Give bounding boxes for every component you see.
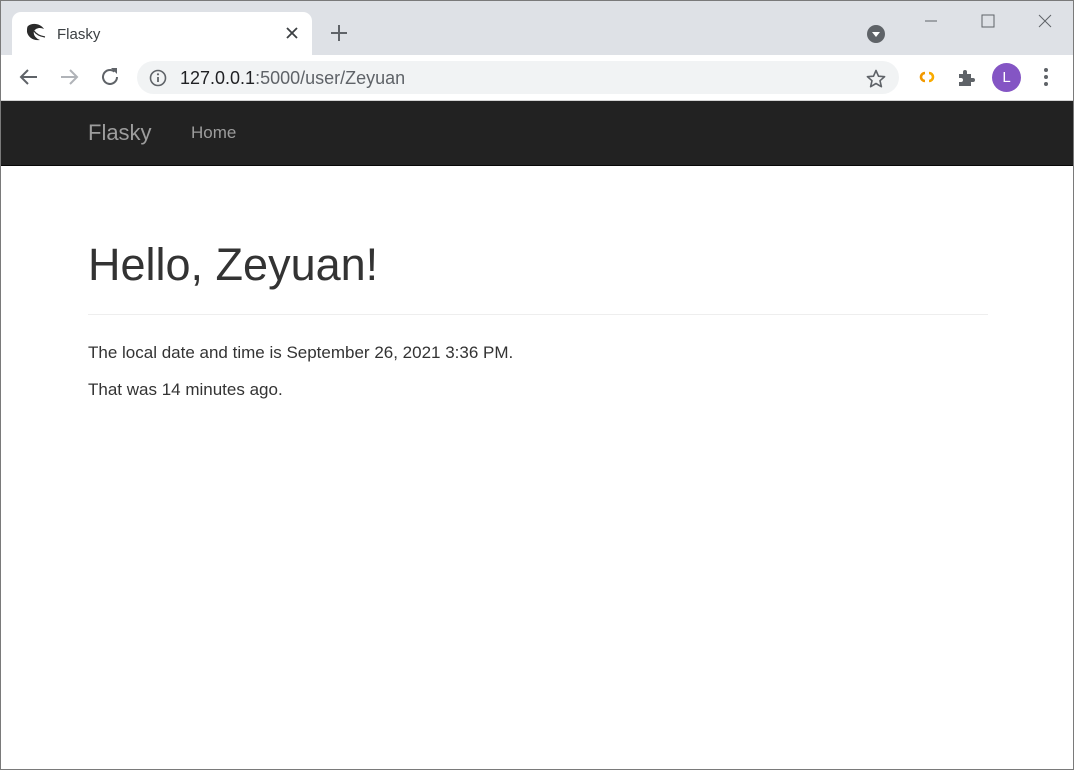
nav-link-home[interactable]: Home xyxy=(191,123,236,143)
maximize-icon[interactable] xyxy=(976,9,1000,33)
address-bar[interactable]: 127.0.0.1:5000/user/Zeyuan xyxy=(137,61,899,94)
browser-toolbar: 127.0.0.1:5000/user/Zeyuan L xyxy=(1,55,1073,101)
tab-strip: Flasky xyxy=(1,1,1073,55)
colab-extension-icon[interactable] xyxy=(915,65,939,89)
navbar-brand[interactable]: Flasky xyxy=(88,120,152,146)
url-text[interactable]: 127.0.0.1:5000/user/Zeyuan xyxy=(180,68,405,89)
url-host: 127.0.0.1 xyxy=(180,68,256,88)
back-arrow-icon[interactable] xyxy=(17,65,41,89)
page-title: Hello, Zeyuan! xyxy=(88,239,379,290)
flask-horn-icon xyxy=(27,23,46,41)
minimize-icon[interactable] xyxy=(919,9,943,33)
new-tab-plus-icon[interactable] xyxy=(328,22,350,44)
url-path: :5000/user/Zeyuan xyxy=(255,68,406,88)
close-window-icon[interactable] xyxy=(1033,9,1057,33)
close-icon[interactable] xyxy=(282,23,302,43)
page-header: Hello, Zeyuan! xyxy=(88,234,988,296)
more-vert-icon[interactable] xyxy=(1036,65,1056,89)
extensions-puzzle-icon[interactable] xyxy=(955,65,979,89)
relative-time-text: That was 14 minutes ago. xyxy=(88,380,283,399)
tab-search-chevron-icon[interactable] xyxy=(866,24,886,44)
header-divider xyxy=(88,314,988,315)
local-time-text: The local date and time is September 26,… xyxy=(88,343,514,362)
reload-icon[interactable] xyxy=(98,65,122,89)
info-icon[interactable] xyxy=(149,69,167,87)
tab-flasky[interactable]: Flasky xyxy=(12,12,312,55)
browser-window: Flasky 127.0.0.1:5000/user/Zeyuan L Flas… xyxy=(0,0,1074,770)
profile-avatar[interactable]: L xyxy=(992,63,1021,92)
forward-arrow-icon[interactable] xyxy=(57,65,81,89)
bookmark-star-icon[interactable] xyxy=(865,68,887,90)
tab-title: Flasky xyxy=(57,26,101,43)
site-navbar: Flasky Home xyxy=(1,101,1073,166)
